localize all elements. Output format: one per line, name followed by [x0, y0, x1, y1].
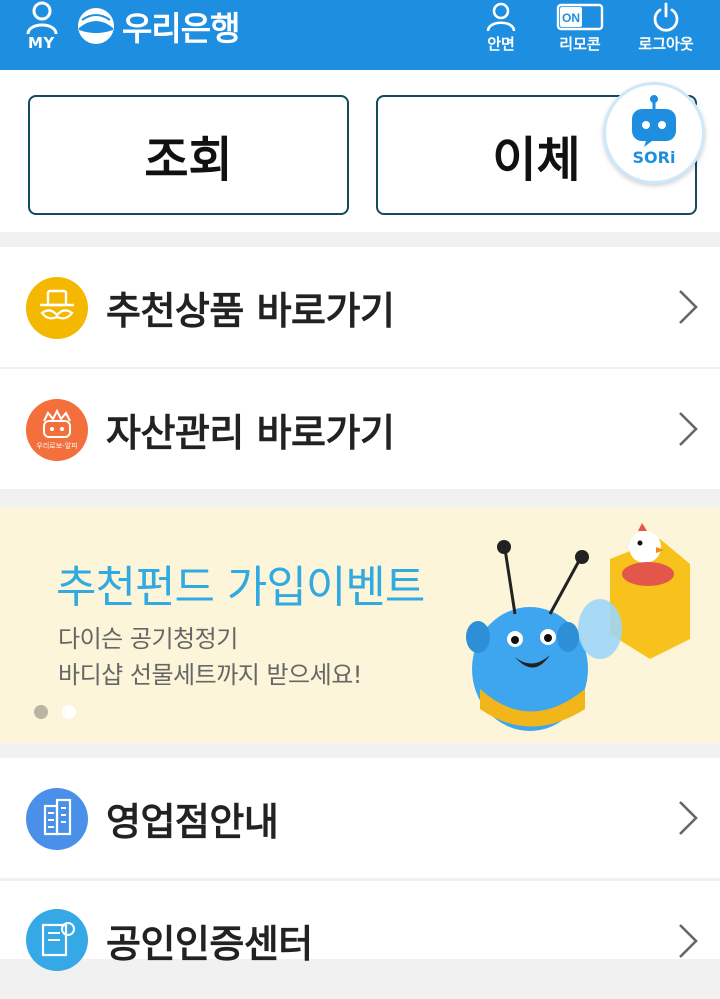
- certificate-icon: [26, 909, 88, 971]
- sori-chatbot-button[interactable]: SORi: [603, 82, 705, 184]
- logout-label: 로그아웃: [638, 35, 694, 53]
- pagination-dot-1[interactable]: [34, 705, 48, 719]
- remote-label: 리모콘: [559, 35, 601, 53]
- certificate-center-label: 공인인증센터: [106, 921, 313, 966]
- sori-label: SORi: [633, 148, 676, 167]
- asset-management-row[interactable]: 우리로보-알피 자산관리 바로가기: [0, 369, 720, 489]
- fund-event-banner[interactable]: 추천펀드 가입이벤트 다이슨 공기청정기 바디샵 선물세트까지 받으세요!: [0, 507, 720, 743]
- banner-line-2: 바디샵 선물세트까지 받으세요!: [58, 661, 362, 689]
- robot-icon: SORi: [632, 95, 676, 167]
- banner-pagination: [34, 705, 76, 719]
- toggle-on-text: ON: [562, 11, 580, 25]
- recommended-products-label: 추천상품 바로가기: [106, 288, 395, 333]
- remote-button[interactable]: ON 리모콘: [540, 0, 620, 70]
- person-icon: [26, 1, 58, 35]
- mustache-hat-icon: [26, 277, 88, 339]
- logout-button[interactable]: 로그아웃: [626, 0, 706, 70]
- face-icon: [486, 2, 516, 32]
- woori-logo-icon: [78, 8, 114, 44]
- toggle-on-icon: ON: [556, 3, 604, 31]
- app-header: MY 우리은행 안면 ON 리모콘 로그아웃: [0, 0, 720, 70]
- banner-title: 추천펀드 가입이벤트: [56, 562, 425, 613]
- my-button[interactable]: MY: [22, 0, 62, 60]
- chevron-right-icon: [679, 801, 698, 835]
- my-label: MY: [28, 34, 55, 52]
- logo-text: 우리은행: [122, 9, 240, 48]
- bee-mascot-image: [466, 523, 690, 731]
- asset-management-label: 자산관리 바로가기: [106, 410, 395, 455]
- woori-bank-logo[interactable]: 우리은행: [76, 4, 240, 48]
- chevron-right-icon: [679, 412, 698, 446]
- recommended-products-row[interactable]: 추천상품 바로가기: [0, 247, 720, 367]
- inquiry-button[interactable]: 조회: [28, 95, 349, 215]
- chevron-right-icon: [679, 290, 698, 324]
- banner-line-1: 다이슨 공기청정기: [58, 625, 238, 653]
- power-icon: [653, 2, 679, 32]
- certificate-center-row[interactable]: 공인인증센터: [0, 881, 720, 971]
- robo-advisor-icon: 우리로보-알피: [26, 399, 88, 461]
- robo-advisor-text: 우리로보-알피: [36, 441, 77, 450]
- branch-info-label: 영업점안내: [106, 799, 279, 844]
- chevron-right-icon: [679, 924, 698, 958]
- face-auth-button[interactable]: 안면: [461, 0, 541, 70]
- building-icon: [26, 788, 88, 850]
- face-label: 안면: [487, 35, 515, 53]
- branch-info-row[interactable]: 영업점안내: [0, 758, 720, 878]
- pagination-dot-2[interactable]: [62, 705, 76, 719]
